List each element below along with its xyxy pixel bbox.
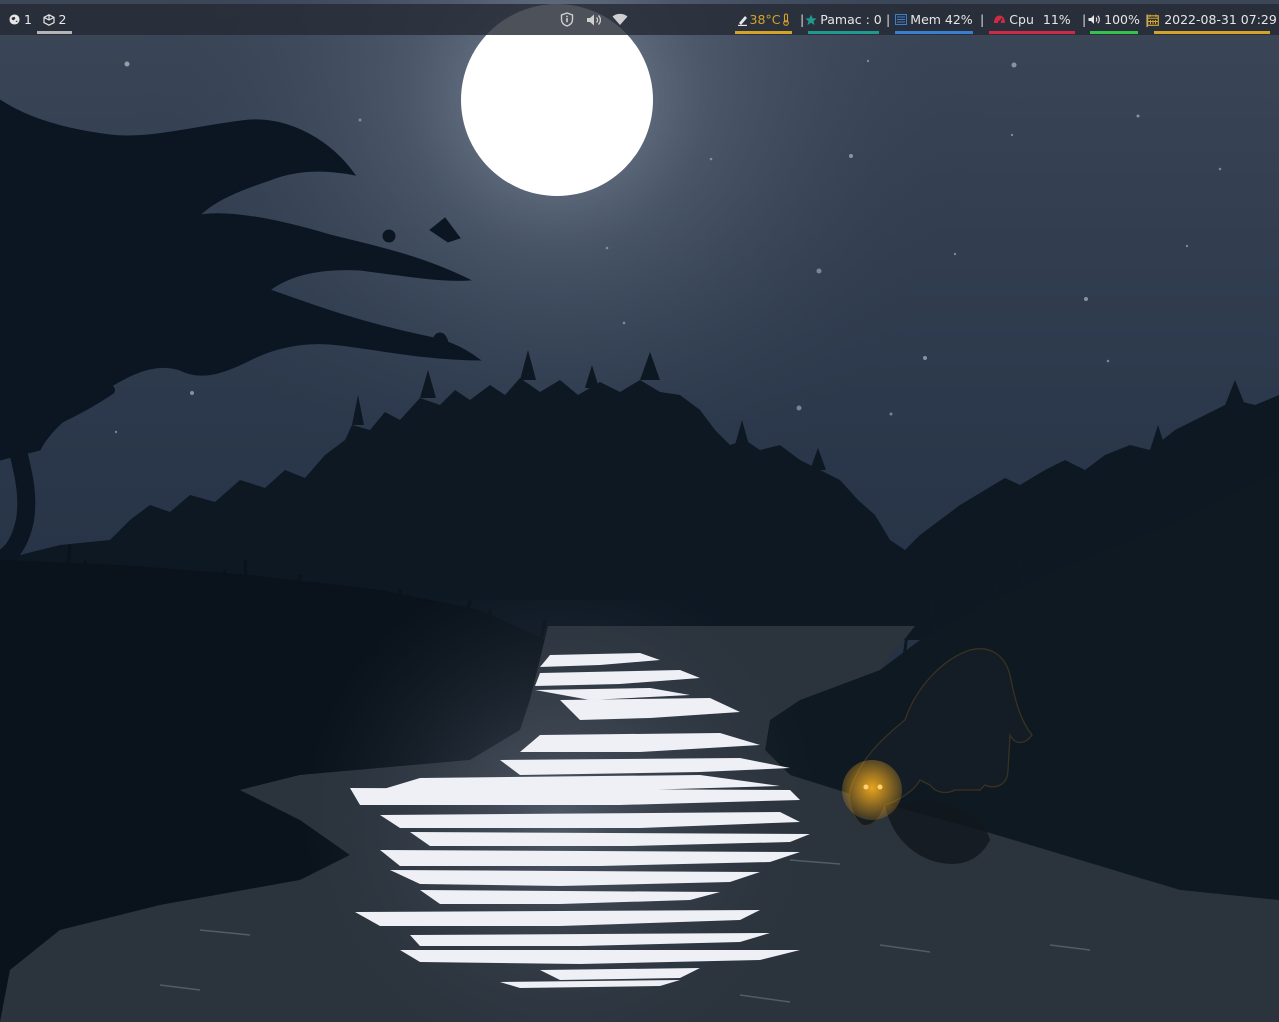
date-time: 2022-08-31 07:29 [1164,12,1277,27]
tray-wifi[interactable] [612,4,628,35]
volume-level: 100% [1104,12,1140,27]
pamac-updates: Pamac : 0 [820,12,882,27]
globe-icon [9,14,20,25]
desktop-wallpaper [0,0,1279,1022]
star-icon [805,14,817,26]
active-workspace-indicator [37,31,72,34]
temperature-module[interactable]: 38°C [735,4,792,35]
memory-underline [895,31,973,34]
memory-module[interactable]: Mem 42% [895,4,973,35]
volume-module[interactable]: 100% [1088,4,1140,35]
separator: | [886,12,891,27]
cpu-icon [993,14,1006,25]
workspace-1[interactable]: 1 [9,4,33,35]
workspace-2[interactable]: 2 [37,4,72,35]
cpu-module[interactable]: Cpu 11% [989,4,1075,35]
cube-icon [42,13,55,26]
volume-underline [1090,31,1138,34]
clock-module[interactable]: 2022-08-31 07:29 [1147,4,1277,35]
panther-eye-glow [842,760,902,820]
memory-icon [895,14,908,25]
separator: | [800,12,805,27]
top-bar: 1 2 38°C | Pamac: 0 | Mem 42% | Cpu 11%… [0,4,1279,35]
pamac-underline [808,31,879,34]
clock-underline [1154,31,1270,34]
volume-icon [1088,14,1101,25]
thermometer-icon [782,13,790,26]
temperature-value: 38°C [749,12,781,27]
temperature-underline [735,31,792,34]
separator: | [1082,12,1087,27]
wifi-icon [612,13,628,26]
separator: | [980,12,985,27]
pen-icon [737,14,748,26]
pamac-module[interactable]: Pamac : 0 [805,4,882,35]
cpu-underline [989,31,1075,34]
cpu-usage: 11% [1042,12,1071,27]
shield-icon [560,12,574,27]
workspace-number: 2 [58,12,67,27]
speaker-icon [586,13,602,27]
tray-shield[interactable] [560,4,574,35]
cpu-label: Cpu [1009,12,1034,27]
tray-speaker[interactable] [586,4,602,35]
calendar-icon [1147,14,1160,26]
workspace-number: 1 [24,12,32,27]
memory-usage: Mem 42% [910,12,973,27]
